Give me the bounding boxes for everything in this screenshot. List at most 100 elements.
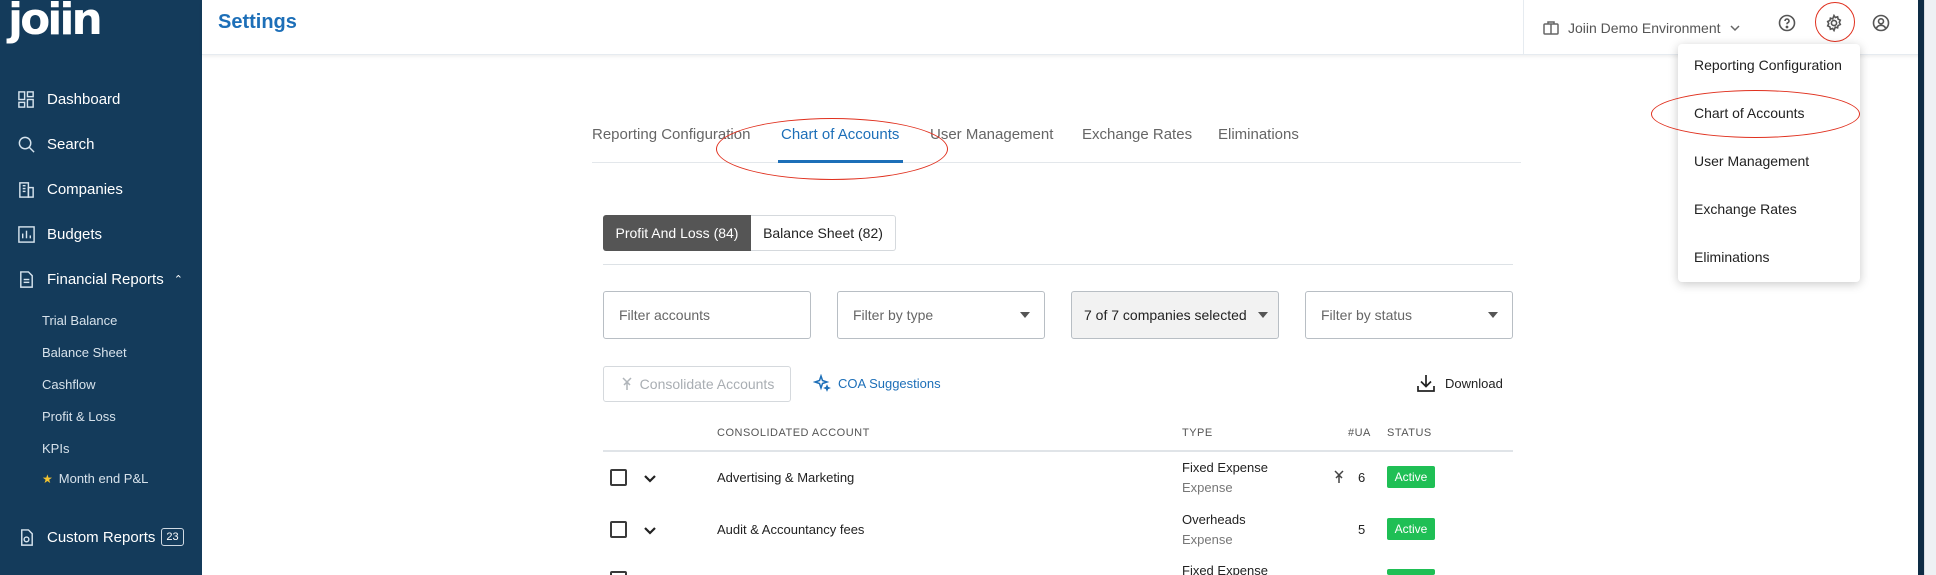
search-icon <box>16 134 36 154</box>
menu-item-user-management[interactable]: User Management <box>1694 153 1809 169</box>
sidebar-item-label: Budgets <box>47 225 103 243</box>
help-icon <box>1778 14 1796 32</box>
sidebar-subitem-balance-sheet[interactable]: Balance Sheet <box>42 345 127 360</box>
briefcase-icon <box>1543 20 1559 35</box>
account-name: Advertising & Marketing <box>717 470 855 485</box>
environment-name: Joiin Demo Environment <box>1568 19 1721 36</box>
help-button[interactable] <box>1775 11 1799 35</box>
coa-suggestions-link[interactable]: COA Suggestions <box>813 374 941 392</box>
tab-chart-of-accounts[interactable]: Chart of Accounts <box>781 126 899 143</box>
chevron-up-icon: ⌃ <box>173 273 183 286</box>
sidebar-item-label: Search <box>47 135 95 153</box>
filter-accounts-input[interactable]: Filter accounts <box>603 291 811 339</box>
sidebar-item-dashboard[interactable]: Dashboard <box>16 89 120 109</box>
account-type: Overheads <box>1182 512 1246 527</box>
column-header-ua[interactable]: #UA <box>1348 427 1371 439</box>
ua-count: 6 <box>1358 470 1366 485</box>
dashboard-icon <box>16 89 36 109</box>
menu-item-eliminations[interactable]: Eliminations <box>1694 249 1769 265</box>
download-label: Download <box>1445 375 1503 391</box>
companies-icon <box>16 179 36 199</box>
merge-icon <box>622 377 632 390</box>
star-icon: ★ <box>42 472 53 486</box>
sidebar-item-label: Dashboard <box>47 90 121 108</box>
ua-count: 5 <box>1358 522 1366 537</box>
sidebar-item-budgets[interactable]: Budgets <box>16 224 102 244</box>
sparkle-icon <box>813 374 831 392</box>
merge-icon <box>1333 470 1345 484</box>
sidebar-item-custom-reports[interactable]: Custom Reports 23 <box>16 527 184 547</box>
tab-reporting-configuration[interactable]: Reporting Configuration <box>592 126 750 143</box>
table-header-divider <box>603 450 1513 452</box>
filter-status-placeholder: Filter by status <box>1321 307 1413 323</box>
sidebar-item-financial-reports[interactable]: Financial Reports ⌃ <box>16 269 183 289</box>
sidebar-subitem-kpis[interactable]: KPIs <box>42 441 69 456</box>
caret-down-icon <box>1488 312 1498 318</box>
chevron-down-icon <box>1729 24 1740 31</box>
segment-balance-sheet[interactable]: Balance Sheet (82) <box>751 215 896 251</box>
caret-down-icon <box>1020 312 1030 318</box>
download-button[interactable]: Download <box>1415 372 1503 394</box>
account-name: Audit & Accountancy fees <box>717 522 865 537</box>
active-tab-indicator <box>778 160 903 163</box>
sidebar-item-label: Companies <box>47 180 123 198</box>
gear-icon <box>1826 14 1842 32</box>
sidebar-subitem-month-end-pl[interactable]: ★ Month end P&L <box>42 471 148 486</box>
companies-selected-value: 7 of 7 companies selected <box>1084 307 1247 323</box>
account-type: Fixed Expense <box>1182 460 1268 475</box>
consolidate-label: Consolidate Accounts <box>639 376 775 392</box>
row-checkbox[interactable] <box>610 521 627 538</box>
column-header-type[interactable]: TYPE <box>1182 427 1213 439</box>
sidebar-item-label: Financial Reports <box>47 270 164 288</box>
companies-select[interactable]: 7 of 7 companies selected <box>1071 291 1279 339</box>
filter-status-select[interactable]: Filter by status <box>1305 291 1513 339</box>
chevron-down-icon <box>644 527 656 535</box>
divider <box>603 264 1513 265</box>
segment-profit-and-loss[interactable]: Profit And Loss (84) <box>603 215 751 251</box>
right-edge-panel <box>1918 0 1936 575</box>
tab-user-management[interactable]: User Management <box>930 126 1053 143</box>
coa-suggestions-label: COA Suggestions <box>838 375 941 391</box>
user-profile-button[interactable] <box>1869 11 1893 35</box>
expand-row-button[interactable] <box>643 471 657 485</box>
consolidate-accounts-button[interactable]: Consolidate Accounts <box>603 366 791 402</box>
count-badge: 23 <box>161 528 184 546</box>
sidebar-subitem-profit-loss[interactable]: Profit & Loss <box>42 409 116 424</box>
budgets-icon <box>16 224 36 244</box>
filter-type-select[interactable]: Filter by type <box>837 291 1045 339</box>
page-title: Settings <box>218 11 297 33</box>
column-header-status[interactable]: STATUS <box>1387 427 1432 439</box>
status-badge <box>1387 569 1435 575</box>
status-badge: Active <box>1387 518 1435 540</box>
menu-item-reporting-configuration[interactable]: Reporting Configuration <box>1694 57 1842 73</box>
settings-dropdown-menu: Reporting Configuration Chart of Account… <box>1678 44 1860 282</box>
sidebar-item-label: Custom Reports <box>47 528 156 546</box>
account-subtype: Expense <box>1182 532 1233 547</box>
joiin-logo[interactable]: joiin <box>8 0 103 42</box>
settings-button[interactable] <box>1822 11 1846 35</box>
financial-reports-icon <box>16 269 36 289</box>
sidebar-subitem-trial-balance[interactable]: Trial Balance <box>42 313 117 328</box>
tab-exchange-rates[interactable]: Exchange Rates <box>1082 126 1192 143</box>
row-checkbox[interactable] <box>610 469 627 486</box>
chevron-down-icon <box>644 475 656 483</box>
sidebar-item-companies[interactable]: Companies <box>16 179 123 199</box>
sidebar: joiin Dashboard Search Companies Budgets… <box>0 0 202 575</box>
menu-item-chart-of-accounts[interactable]: Chart of Accounts <box>1694 105 1805 121</box>
sidebar-subitem-label: Month end P&L <box>58 471 149 486</box>
menu-item-exchange-rates[interactable]: Exchange Rates <box>1694 201 1797 217</box>
settings-tabs: Reporting Configuration Chart of Account… <box>592 123 1521 163</box>
top-bar: Settings Joiin Demo Environment <box>202 0 1936 55</box>
column-header-consolidated-account[interactable]: CONSOLIDATED ACCOUNT <box>717 427 870 439</box>
status-badge: Active <box>1387 466 1435 488</box>
sidebar-subitem-cashflow[interactable]: Cashflow <box>42 377 95 392</box>
caret-down-icon <box>1258 312 1268 318</box>
account-type: Fixed Expense <box>1182 563 1268 575</box>
row-checkbox[interactable] <box>610 571 627 575</box>
tab-eliminations[interactable]: Eliminations <box>1218 126 1299 143</box>
account-subtype: Expense <box>1182 480 1233 495</box>
sidebar-item-search[interactable]: Search <box>16 134 95 154</box>
download-icon <box>1417 375 1435 392</box>
custom-reports-icon <box>16 527 36 547</box>
expand-row-button[interactable] <box>643 523 657 537</box>
